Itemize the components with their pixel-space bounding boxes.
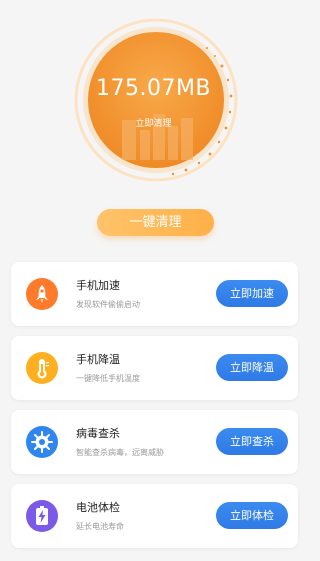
thermometer-icon [25,351,59,385]
feature-title: 手机降温 [76,353,120,366]
feature-subtitle: 发现软件偷偷启动 [76,300,140,309]
virus-icon [25,425,59,459]
hero-section: 175.07MB 立即清理 [0,0,307,200]
feature-title: 电池体检 [76,501,120,514]
cool-now-button[interactable]: 立即降温 [216,354,288,381]
junk-size-value: 175.07MB [95,76,212,101]
feature-title: 病毒查杀 [76,427,120,440]
rocket-icon [25,277,59,311]
feature-card-battery: 电池体检 延长电池寿命 立即体检 [11,484,298,548]
clean-now-label[interactable]: 立即清理 [0,116,307,129]
feature-card-accelerate: 手机加速 发现软件偷偷启动 立即加速 [11,262,298,326]
feature-card-cool: 手机降温 一键降低手机温度 立即降温 [11,336,298,400]
feature-subtitle: 智能查杀病毒，远离威胁 [76,448,164,457]
feature-card-virus: 病毒查杀 智能查杀病毒，远离威胁 立即查杀 [11,410,298,474]
check-now-button[interactable]: 立即体检 [216,502,288,529]
scan-now-button[interactable]: 立即查杀 [216,428,288,455]
feature-subtitle: 延长电池寿命 [76,522,124,531]
battery-icon [25,499,59,533]
one-key-clean-button[interactable]: 一键清理 [97,209,214,236]
accelerate-now-button[interactable]: 立即加速 [216,280,288,307]
feature-title: 手机加速 [76,279,120,292]
feature-subtitle: 一键降低手机温度 [76,374,140,383]
